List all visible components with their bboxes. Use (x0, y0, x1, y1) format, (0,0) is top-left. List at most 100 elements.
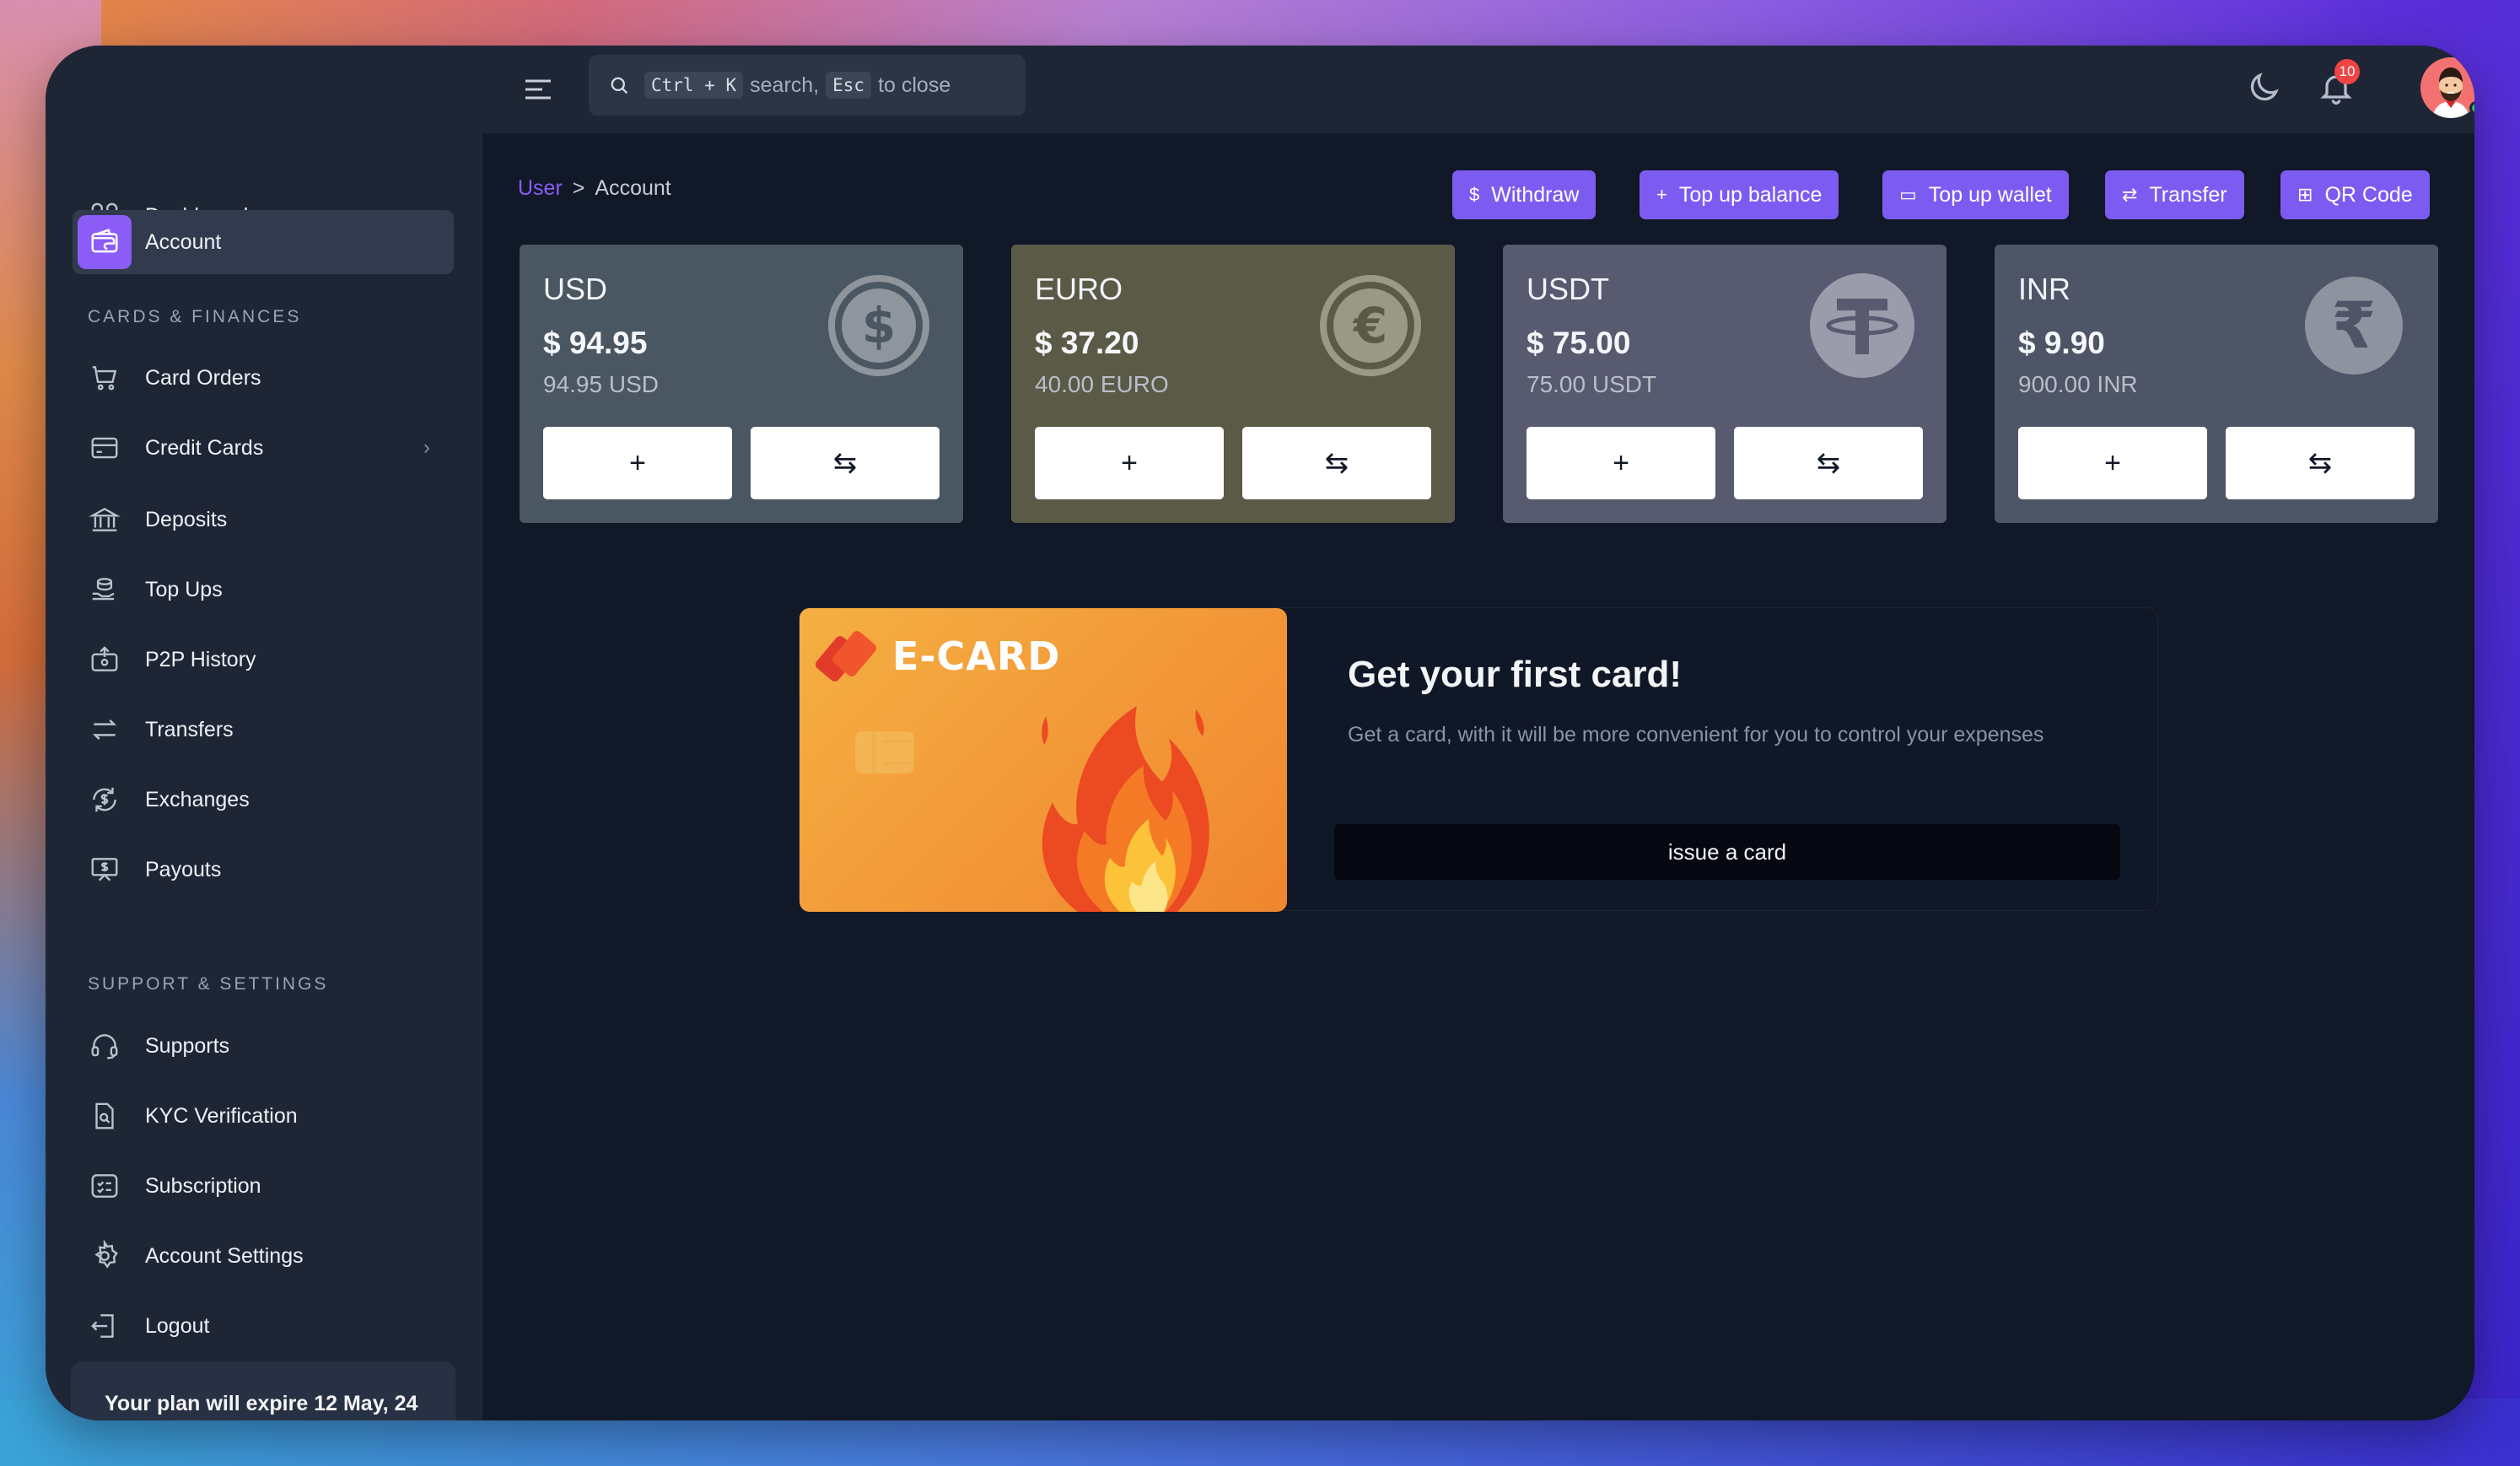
wallet-exchange-button[interactable]: ⇆ (2226, 427, 2415, 499)
sidebar-item-label: Supports (145, 1033, 230, 1058)
sidebar-item-account[interactable]: Account (73, 210, 454, 274)
gear-icon (78, 1229, 132, 1283)
search-box[interactable]: Ctrl + K search, Esc to close (589, 55, 1026, 116)
sidebar-item-label: Logout (145, 1313, 210, 1338)
sidebar-item-supports[interactable]: Supports (73, 1014, 454, 1078)
sidebar-item-label: Account (145, 229, 222, 254)
sidebar-item-p2p-history[interactable]: P2P History (73, 628, 454, 692)
plus-icon: + (1656, 184, 1667, 205)
wallet-amount: $ 37.20 (1035, 326, 1139, 360)
withdraw-label: Withdraw (1491, 182, 1580, 207)
qr-code-button[interactable]: ⊞ QR Code (2280, 170, 2430, 219)
shortcut-key-ctrl-k: Ctrl + K (644, 72, 744, 99)
sidebar-item-label: Card Orders (145, 365, 261, 390)
qr-icon: ⊞ (2297, 184, 2313, 205)
wallet-add-button[interactable]: + (1527, 427, 1715, 499)
top-up-balance-label: Top up balance (1678, 182, 1823, 207)
wallet-add-button[interactable]: + (1035, 427, 1224, 499)
sidebar-item-account-settings[interactable]: Account Settings (73, 1224, 454, 1288)
exchange-icon (78, 773, 132, 827)
dollar-coin-icon: $ (827, 273, 931, 378)
top-up-wallet-label: Top up wallet (1928, 182, 2052, 207)
sidebar-item-deposits[interactable]: Deposits (73, 488, 454, 552)
sidebar-item-label: KYC Verification (145, 1103, 298, 1128)
sidebar-item-card-orders[interactable]: Card Orders (73, 346, 454, 410)
document-search-icon (78, 1089, 132, 1143)
sidebar-item-credit-cards[interactable]: Credit Cards › (73, 416, 454, 480)
wallet-exchange-button[interactable]: ⇆ (751, 427, 940, 499)
top-up-wallet-button[interactable]: ▭ Top up wallet (1882, 170, 2069, 219)
wallet-icon (78, 215, 132, 269)
wallet-amount: $ 94.95 (543, 326, 648, 360)
wallet-exchange-button[interactable]: ⇆ (1734, 427, 1923, 499)
transfer-button[interactable]: ⇄ Transfer (2105, 170, 2244, 219)
sidebar-item-label: Deposits (145, 507, 228, 531)
tether-coin-icon (1810, 273, 1914, 378)
dark-mode-toggle-icon[interactable] (2245, 69, 2282, 106)
transfer-arrows-icon: ⇄ (2122, 184, 2138, 205)
sidebar-item-transfers[interactable]: Transfers (73, 698, 454, 762)
svg-text:₹: ₹ (2332, 288, 2377, 363)
wallet-native-amount: 900.00 INR (2018, 371, 2138, 397)
wallet-currency: EURO (1035, 272, 1123, 306)
wallet-native-amount: 40.00 EURO (1035, 371, 1169, 397)
wallet-currency: INR (2018, 272, 2070, 306)
withdraw-button[interactable]: $ Withdraw (1452, 170, 1597, 219)
wallet-currency: USD (543, 272, 608, 306)
transfer-label: Transfer (2149, 182, 2227, 207)
logout-icon (78, 1299, 132, 1353)
user-avatar[interactable] (2420, 57, 2474, 118)
chevron-right-icon: › (423, 436, 430, 459)
breadcrumb-user-link[interactable]: User (518, 176, 563, 200)
wallet-native-amount: 75.00 USDT (1527, 371, 1657, 397)
wallet-amount: $ 9.90 (2018, 326, 2105, 360)
e-card-label: E-CARD (892, 633, 1061, 679)
payout-icon (78, 843, 132, 897)
sidebar-item-exchanges[interactable]: Exchanges (73, 768, 454, 832)
rupee-coin-icon: ₹ (2302, 273, 2406, 378)
transfer-icon (78, 703, 132, 757)
sidebar-item-label: Account Settings (145, 1243, 304, 1268)
headset-icon (78, 1019, 132, 1073)
section-label-support: SUPPORT & SETTINGS (88, 974, 329, 994)
sidebar-item-label: Exchanges (145, 787, 250, 811)
breadcrumb: User > Account (518, 176, 671, 201)
search-hint-close: to close (878, 73, 951, 97)
search-icon (607, 73, 631, 97)
online-status-dot (2469, 101, 2474, 115)
sidebar-item-label: Subscription (145, 1173, 261, 1198)
section-label-cards: CARDS & FINANCES (88, 307, 302, 326)
wallet-add-button[interactable]: + (2018, 427, 2207, 499)
wallet-card-usd: USD $ 94.95 94.95 USD $ + ⇆ (520, 245, 963, 523)
sidebar-item-label: Transfers (145, 717, 234, 741)
wallet-card-inr: INR $ 9.90 900.00 INR ₹ + ⇆ (1995, 245, 2438, 523)
breadcrumb-current: Account (595, 176, 671, 200)
first-card-promo: E-CARD Get your first card! Get a card, … (799, 607, 2158, 912)
sidebar-item-logout[interactable]: Logout (73, 1294, 454, 1358)
promo-title: Get your first card! (1348, 654, 1683, 695)
shortcut-key-esc: Esc (826, 72, 872, 99)
promo-description: Get a card, with it will be more conveni… (1348, 723, 2044, 746)
menu-toggle-icon[interactable] (521, 73, 555, 106)
sidebar-item-top-ups[interactable]: Top Ups (73, 558, 454, 622)
wallet-exchange-button[interactable]: ⇆ (1242, 427, 1431, 499)
notification-count-badge: 10 (2334, 59, 2360, 84)
sidebar-item-payouts[interactable]: Payouts (73, 838, 454, 902)
top-up-balance-button[interactable]: + Top up balance (1640, 170, 1839, 219)
euro-coin-icon: € (1318, 273, 1423, 378)
issue-card-button[interactable]: issue a card (1334, 824, 2120, 880)
wallet-card-usdt: USDT $ 75.00 75.00 USDT + ⇆ (1503, 245, 1947, 523)
sidebar-item-label: Payouts (145, 857, 222, 881)
search-hint-text: search, (750, 73, 820, 97)
sidebar-item-label: Top Ups (145, 577, 223, 601)
qr-code-label: QR Code (2324, 182, 2413, 207)
wallet-card-euro: EURO $ 37.20 40.00 EURO € + ⇆ (1011, 245, 1455, 523)
sidebar: Dashboard Account CARDS & FINANCES Card … (46, 46, 482, 1420)
sidebar-item-subscription[interactable]: Subscription (73, 1154, 454, 1218)
coins-hand-icon (78, 563, 132, 617)
svg-text:€: € (1352, 297, 1387, 354)
wallet-add-button[interactable]: + (543, 427, 732, 499)
sidebar-item-kyc-verification[interactable]: KYC Verification (73, 1084, 454, 1148)
app-window: Dashboard Account CARDS & FINANCES Card … (46, 46, 2474, 1420)
dollar-icon: $ (1469, 184, 1480, 205)
